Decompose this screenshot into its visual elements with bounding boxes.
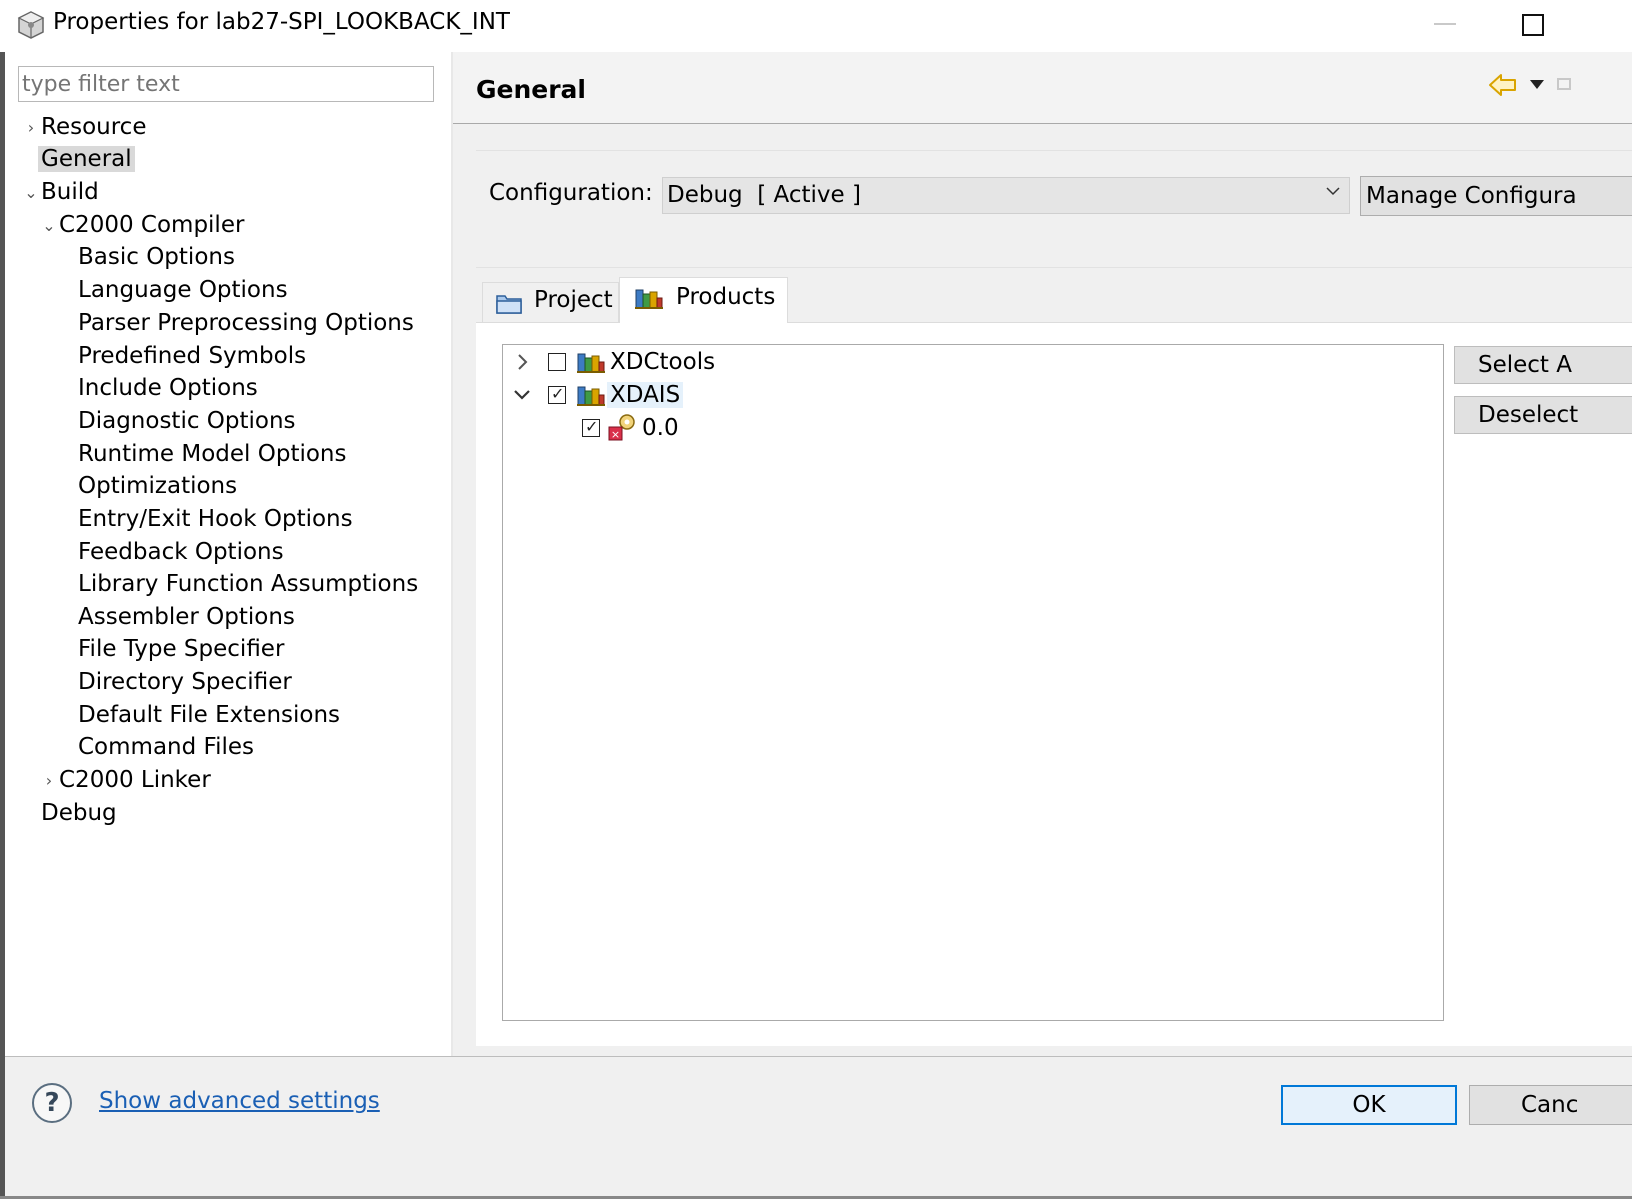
tree-item-feedback-options[interactable]: Feedback Options bbox=[78, 537, 284, 568]
minimize-button[interactable] bbox=[1434, 23, 1456, 25]
maximize-button[interactable] bbox=[1522, 14, 1544, 36]
tree-item-runtime-model-options[interactable]: Runtime Model Options bbox=[78, 439, 347, 470]
dialog-footer bbox=[5, 1056, 1632, 1199]
tree-item-language-options[interactable]: Language Options bbox=[78, 275, 288, 306]
tab-project-label: Project bbox=[534, 287, 613, 313]
tree-item-predefined-symbols[interactable]: Predefined Symbols bbox=[78, 341, 306, 372]
back-arrow-icon[interactable] bbox=[1488, 71, 1518, 99]
tree-item-general[interactable]: General bbox=[38, 144, 135, 175]
filter-input[interactable] bbox=[18, 66, 434, 102]
configuration-select[interactable]: Debug [ Active ] bbox=[662, 177, 1350, 214]
books-icon bbox=[577, 386, 605, 406]
checkbox-xdctools[interactable] bbox=[548, 353, 566, 371]
tree-item-build[interactable]: Build bbox=[41, 177, 99, 208]
tree-item-command-files[interactable]: Command Files bbox=[78, 732, 254, 763]
tree-item-file-type-specifier[interactable]: File Type Specifier bbox=[78, 634, 284, 665]
tab-project[interactable]: Project bbox=[482, 282, 619, 322]
tree-item-c2000-compiler[interactable]: C2000 Compiler bbox=[59, 210, 244, 241]
tree-item-library-function-assumptions[interactable]: Library Function Assumptions bbox=[78, 569, 418, 600]
tree-item-diagnostic-options[interactable]: Diagnostic Options bbox=[78, 406, 296, 437]
tree-item-general-label: General bbox=[38, 146, 135, 172]
product-xdais-version[interactable]: 0.0 bbox=[642, 412, 679, 444]
check-icon: ✓ bbox=[551, 384, 565, 403]
cancel-button[interactable]: Canc bbox=[1469, 1085, 1632, 1125]
chevron-down-icon bbox=[1326, 187, 1340, 196]
chevron-down-icon[interactable]: ⌄ bbox=[24, 177, 38, 208]
tree-item-parser-preprocessing-options[interactable]: Parser Preprocessing Options bbox=[78, 308, 414, 339]
tree-item-include-options[interactable]: Include Options bbox=[78, 373, 258, 404]
page-header bbox=[453, 52, 1632, 124]
window-title: Properties for lab27-SPI_LOOKBACK_INT bbox=[53, 9, 510, 35]
view-menu-icon[interactable] bbox=[1557, 78, 1571, 90]
product-xdctools[interactable]: XDCtools bbox=[610, 346, 715, 378]
tab-products[interactable]: Products bbox=[619, 277, 788, 323]
tree-item-resource[interactable]: Resource bbox=[41, 112, 146, 143]
history-dropdown-icon[interactable] bbox=[1530, 80, 1544, 89]
checkbox-xdais[interactable]: ✓ bbox=[548, 384, 566, 404]
books-icon bbox=[577, 353, 605, 373]
tree-item-assembler-options[interactable]: Assembler Options bbox=[78, 602, 295, 633]
check-icon: ✓ bbox=[585, 417, 599, 436]
tab-products-label: Products bbox=[676, 284, 776, 310]
deselect-all-button[interactable]: Deselect bbox=[1454, 396, 1632, 434]
select-all-button[interactable]: Select A bbox=[1454, 346, 1632, 384]
gear-version-icon: × bbox=[608, 414, 635, 441]
books-icon bbox=[635, 289, 663, 309]
page-title: General bbox=[476, 75, 586, 104]
chevron-right-icon[interactable]: › bbox=[42, 765, 56, 796]
chevron-down-icon[interactable]: ⌄ bbox=[42, 210, 56, 241]
help-icon[interactable]: ? bbox=[32, 1083, 72, 1123]
manage-configurations-button[interactable]: Manage Configura bbox=[1360, 176, 1632, 216]
tree-item-default-file-extensions[interactable]: Default File Extensions bbox=[78, 700, 340, 731]
folder-icon bbox=[496, 295, 522, 314]
chevron-down-icon[interactable] bbox=[512, 386, 532, 404]
products-tree bbox=[502, 344, 1444, 1021]
configuration-label: Configuration: bbox=[489, 180, 653, 206]
chevron-right-icon[interactable] bbox=[514, 352, 530, 372]
tree-item-optimizations[interactable]: Optimizations bbox=[78, 471, 237, 502]
tree-item-c2000-linker[interactable]: C2000 Linker bbox=[59, 765, 211, 796]
ok-button[interactable]: OK bbox=[1281, 1085, 1457, 1125]
chevron-right-icon[interactable]: › bbox=[24, 112, 38, 143]
svg-text:×: × bbox=[611, 428, 620, 441]
product-xdais-label: XDAIS bbox=[607, 382, 684, 408]
tree-item-directory-specifier[interactable]: Directory Specifier bbox=[78, 667, 292, 698]
gear-cube-icon bbox=[17, 11, 45, 39]
show-advanced-settings-link[interactable]: Show advanced settings bbox=[99, 1088, 380, 1114]
product-xdais[interactable]: XDAIS bbox=[607, 379, 684, 411]
checkbox-xdais-version[interactable]: ✓ bbox=[582, 417, 600, 437]
tree-item-basic-options[interactable]: Basic Options bbox=[78, 242, 235, 273]
tree-item-entry-exit-hook-options[interactable]: Entry/Exit Hook Options bbox=[78, 504, 353, 535]
tree-item-debug[interactable]: Debug bbox=[41, 798, 117, 829]
